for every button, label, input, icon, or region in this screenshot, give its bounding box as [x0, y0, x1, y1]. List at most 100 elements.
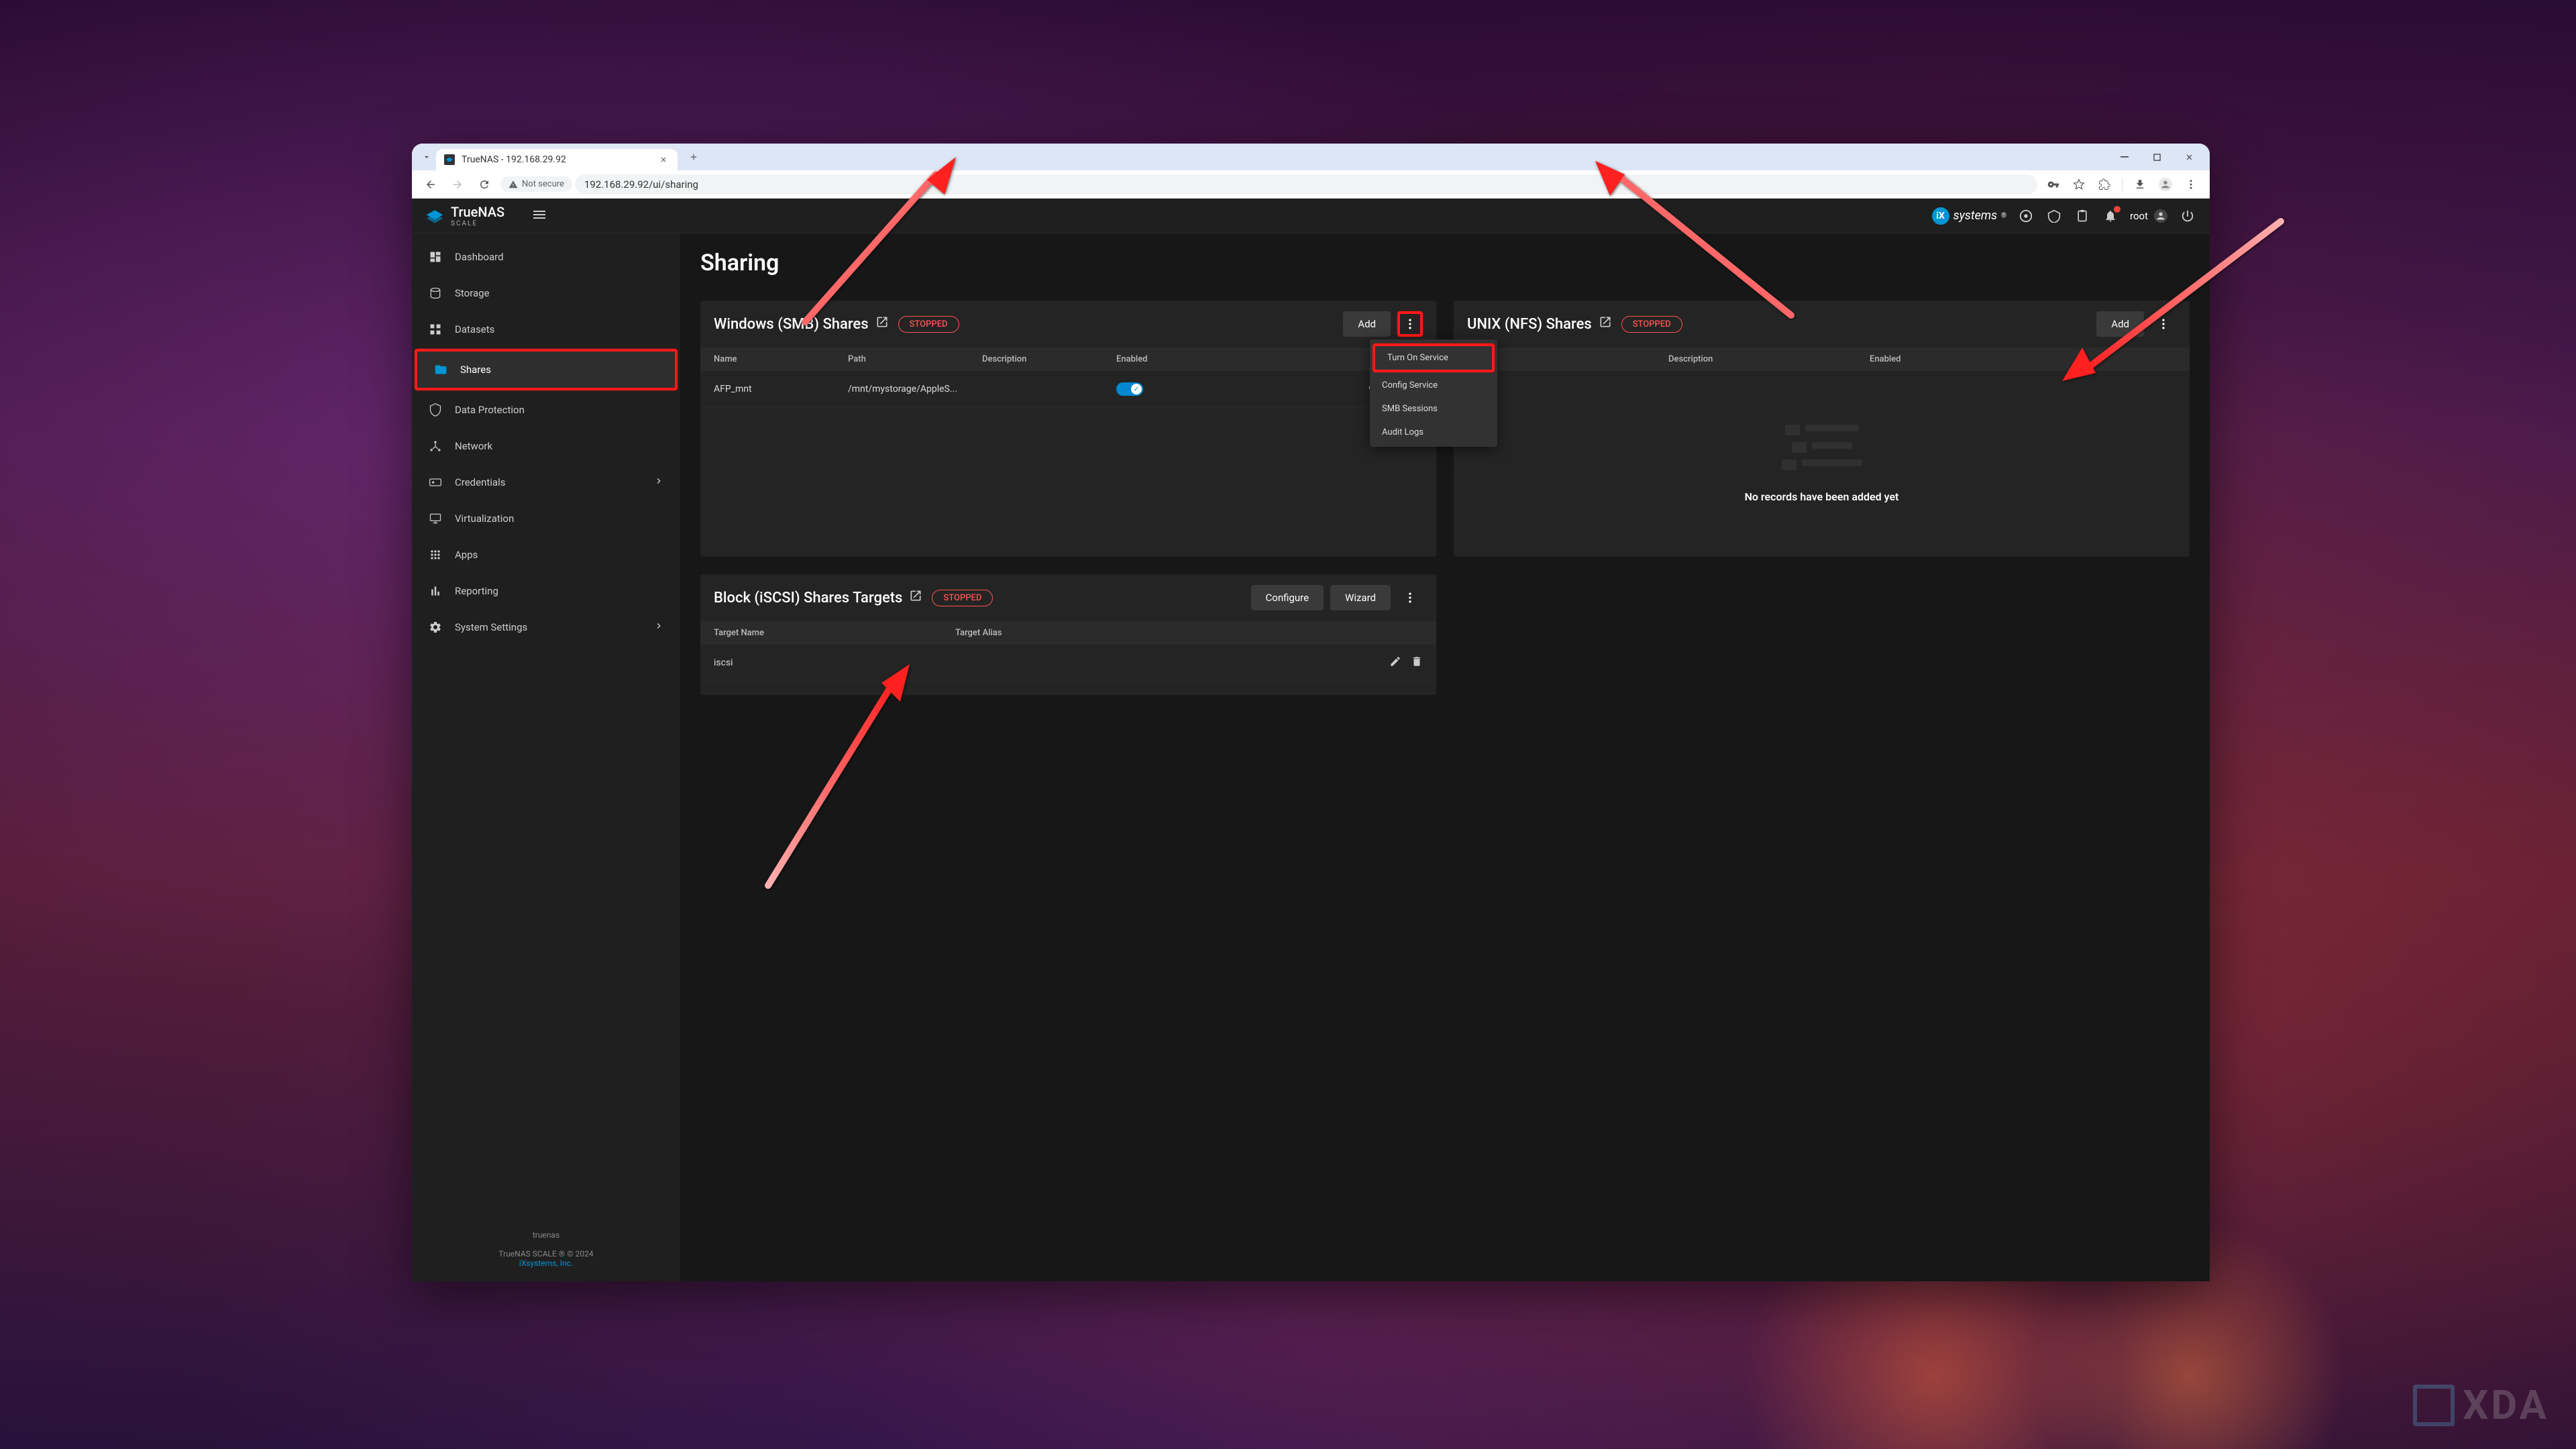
edit-icon[interactable]	[1389, 655, 1401, 670]
virtualization-icon	[428, 511, 443, 526]
sidebar-label: Storage	[455, 287, 490, 299]
browser-window: TrueNAS - 192.168.29.92 Not secure 192.1…	[412, 144, 2210, 1281]
sidebar-item-storage[interactable]: Storage	[412, 275, 680, 311]
sidebar-label: Dashboard	[455, 251, 504, 263]
bookmark-star-icon[interactable]	[2068, 174, 2090, 195]
sidebar-item-virtualization[interactable]: Virtualization	[412, 500, 680, 537]
user-menu[interactable]: root	[2130, 209, 2168, 223]
target-name: iscsi	[714, 657, 955, 668]
company-link[interactable]: iXsystems, Inc.	[519, 1258, 573, 1268]
close-tab-icon[interactable]	[657, 154, 669, 166]
iscsi-table-header: Target Name Target Alias	[700, 621, 1436, 645]
col-path: Path	[848, 354, 982, 364]
sidebar-label: Credentials	[455, 476, 505, 488]
sidebar-toggle-button[interactable]	[531, 207, 547, 225]
app-body: Dashboard Storage Datasets Shares Data P…	[412, 199, 2210, 1281]
sidebar-label: Shares	[460, 364, 491, 376]
menu-audit-logs[interactable]: Audit Logs	[1370, 421, 1497, 444]
logo-text: TrueNAS	[451, 204, 504, 220]
apps-icon	[428, 547, 443, 562]
sidebar-item-system-settings[interactable]: System Settings	[412, 609, 680, 645]
url-input[interactable]: 192.168.29.92/ui/sharing	[575, 174, 2037, 195]
hostname-label: truenas	[412, 1230, 680, 1240]
browser-tab[interactable]: TrueNAS - 192.168.29.92	[436, 149, 678, 170]
empty-text: No records have been added yet	[1467, 490, 2176, 503]
ix-badge-icon: iX	[1932, 207, 1949, 225]
smb-title: Windows (SMB) Shares	[714, 316, 869, 333]
shield-icon	[428, 402, 443, 417]
notification-badge	[2114, 206, 2121, 213]
nfs-empty-state: No records have been added yet	[1454, 371, 2190, 557]
sidebar-item-dashboard[interactable]: Dashboard	[412, 239, 680, 275]
tab-title: TrueNAS - 192.168.29.92	[462, 154, 566, 165]
browser-address-bar: Not secure 192.168.29.92/ui/sharing	[412, 170, 2210, 199]
iscsi-more-button[interactable]	[1397, 585, 1423, 610]
menu-config-service[interactable]: Config Service	[1370, 374, 1497, 397]
sidebar-item-credentials[interactable]: Credentials	[412, 464, 680, 500]
iscsi-target-row[interactable]: iscsi	[700, 645, 1436, 682]
minimize-button[interactable]	[2109, 146, 2140, 168]
sidebar-footer: truenas TrueNAS SCALE ® © 2024 iXsystems…	[412, 1222, 680, 1281]
sidebar-item-reporting[interactable]: Reporting	[412, 573, 680, 609]
nfs-table-header: Path Description Enabled	[1454, 347, 2190, 371]
menu-turn-on-service[interactable]: Turn On Service	[1373, 343, 1495, 372]
nfs-more-button[interactable]	[2151, 311, 2176, 337]
truenas-logo[interactable]: TrueNAS SCALE	[425, 204, 504, 227]
smb-more-button[interactable]	[1397, 311, 1423, 337]
status-icon[interactable]	[2045, 207, 2063, 225]
nav-forward-button[interactable]	[447, 174, 468, 195]
delete-icon[interactable]	[1411, 655, 1423, 670]
truecommand-icon[interactable]	[2017, 207, 2035, 225]
reload-button[interactable]	[474, 174, 495, 195]
nfs-add-button[interactable]: Add	[2096, 311, 2144, 337]
browser-menu-icon[interactable]	[2180, 174, 2202, 195]
network-icon	[428, 439, 443, 453]
enabled-toggle[interactable]	[1116, 382, 1143, 396]
iscsi-configure-button[interactable]: Configure	[1251, 585, 1324, 610]
downloads-icon[interactable]	[2129, 174, 2151, 195]
profile-avatar-icon[interactable]	[2155, 174, 2176, 195]
sidebar-label: Reporting	[455, 585, 498, 597]
xda-watermark: XDA	[2413, 1381, 2549, 1429]
extensions-icon[interactable]	[2094, 174, 2115, 195]
smb-share-row[interactable]: AFP_mnt /mnt/mystorage/AppleS...	[700, 371, 1436, 408]
reporting-icon	[428, 584, 443, 598]
iscsi-card: Block (iSCSI) Shares Targets STOPPED Con…	[700, 574, 1436, 695]
smb-add-button[interactable]: Add	[1343, 311, 1391, 337]
close-window-button[interactable]	[2174, 146, 2204, 168]
sidebar-item-network[interactable]: Network	[412, 428, 680, 464]
open-external-icon[interactable]	[909, 589, 922, 606]
menu-smb-sessions[interactable]: SMB Sessions	[1370, 397, 1497, 421]
sidebar-label: Network	[455, 440, 492, 452]
share-path: /mnt/mystorage/AppleS...	[848, 384, 982, 394]
sidebar-item-datasets[interactable]: Datasets	[412, 311, 680, 347]
smb-shares-card: Windows (SMB) Shares STOPPED Add Name Pa…	[700, 301, 1436, 557]
maximize-button[interactable]	[2141, 146, 2172, 168]
nav-back-button[interactable]	[420, 174, 441, 195]
jobs-icon[interactable]	[2074, 207, 2091, 225]
alerts-icon[interactable]	[2102, 207, 2119, 225]
open-external-icon[interactable]	[1599, 315, 1612, 333]
iscsi-wizard-button[interactable]: Wizard	[1330, 585, 1391, 610]
sidebar-item-apps[interactable]: Apps	[412, 537, 680, 573]
sidebar-label: System Settings	[455, 621, 527, 633]
open-external-icon[interactable]	[875, 315, 889, 333]
col-target-name: Target Name	[714, 628, 955, 638]
iscsi-status-badge: STOPPED	[932, 590, 993, 606]
col-path: Path	[1467, 354, 1668, 364]
col-enabled: Enabled	[1870, 354, 1970, 364]
power-button[interactable]	[2179, 207, 2196, 225]
iscsi-title: Block (iSCSI) Shares Targets	[714, 590, 902, 606]
browser-tab-bar: TrueNAS - 192.168.29.92	[412, 144, 2210, 170]
app-topbar: TrueNAS SCALE iX systems ® root	[412, 199, 2210, 233]
tab-search-dropdown[interactable]	[417, 148, 436, 166]
ixsystems-logo[interactable]: iX systems ®	[1932, 207, 2006, 225]
new-tab-button[interactable]	[684, 148, 703, 166]
col-target-alias: Target Alias	[955, 628, 1002, 638]
security-indicator[interactable]: Not secure	[500, 176, 572, 192]
sidebar-item-data-protection[interactable]: Data Protection	[412, 392, 680, 428]
password-key-icon[interactable]	[2043, 174, 2064, 195]
sidebar-label: Datasets	[455, 323, 494, 335]
sidebar-item-shares[interactable]: Shares	[415, 349, 678, 390]
shares-icon	[433, 362, 448, 377]
